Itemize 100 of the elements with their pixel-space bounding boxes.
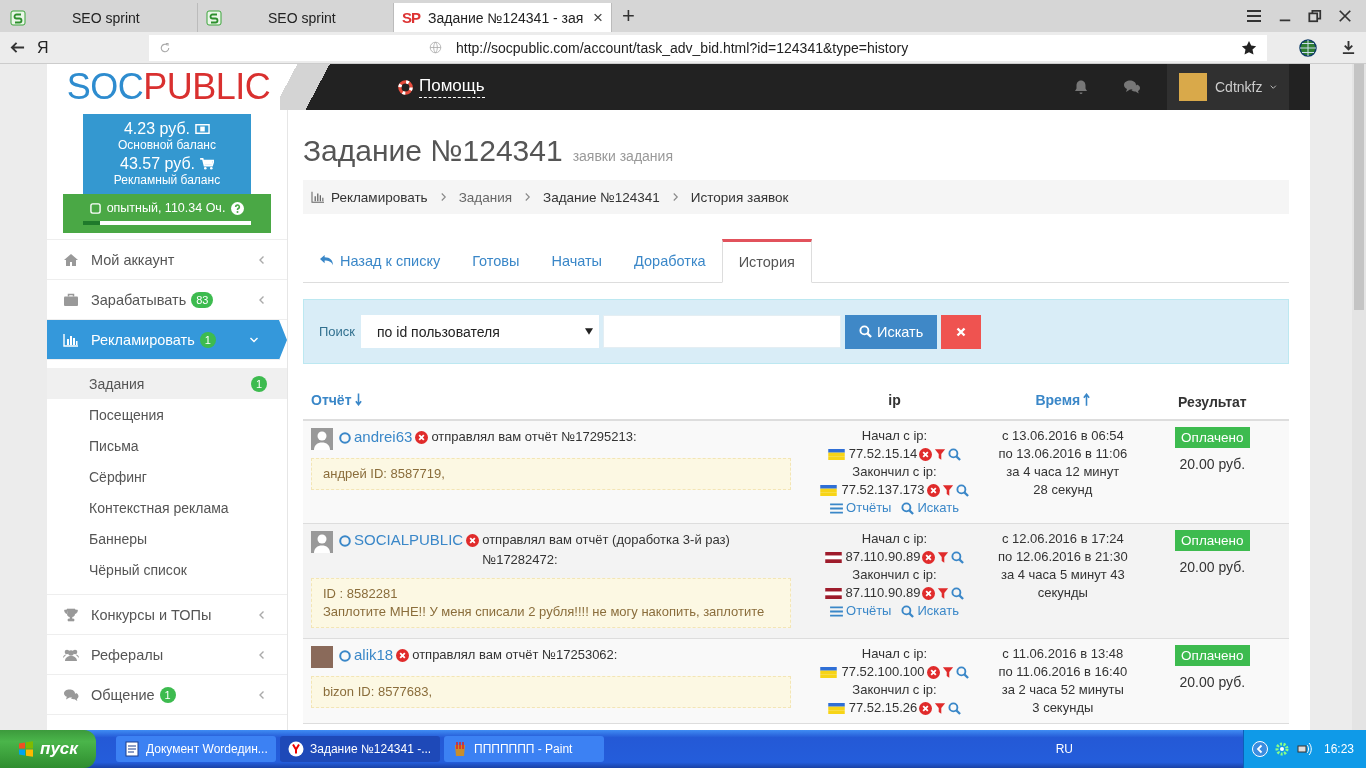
- search-type-dropdown[interactable]: по id пользователя: [361, 315, 600, 348]
- star-icon[interactable]: [1241, 39, 1257, 56]
- search-icon: [901, 604, 915, 618]
- download-icon[interactable]: [1341, 40, 1356, 55]
- tab[interactable]: Назад к списку: [303, 239, 457, 282]
- remove-icon[interactable]: [466, 534, 480, 547]
- taskbar-button[interactable]: ППППППП - Paint: [444, 736, 604, 762]
- sort-link[interactable]: Время: [1035, 390, 1091, 409]
- reply-arrow-icon: [319, 254, 334, 267]
- restore-icon[interactable]: [1308, 9, 1322, 23]
- scrollbar-thumb[interactable]: [1354, 64, 1364, 310]
- sidebar-item[interactable]: Общение 1: [47, 675, 287, 715]
- up-arrow-icon: [1083, 393, 1091, 406]
- submenu-item[interactable]: Баннеры: [47, 523, 287, 554]
- ip-address: 87.110.90.89: [845, 548, 921, 566]
- list-icon: [830, 605, 844, 617]
- filter-icon[interactable]: [934, 701, 947, 715]
- submenu-item[interactable]: Чёрный список: [47, 554, 287, 585]
- sort-link[interactable]: Отчёт: [311, 391, 362, 408]
- chevron-right-icon: [671, 192, 679, 202]
- users-icon: [63, 647, 79, 662]
- scrollbar[interactable]: [1352, 64, 1366, 730]
- filter-icon[interactable]: [937, 550, 950, 564]
- globe-icon: [429, 41, 442, 54]
- user-silhouette-icon: [311, 531, 333, 553]
- new-tab-button[interactable]: +: [612, 0, 645, 32]
- search-input[interactable]: [603, 315, 842, 348]
- search-icon[interactable]: [955, 665, 969, 679]
- tab[interactable]: Доработка: [618, 239, 722, 282]
- tab[interactable]: Готовы: [456, 239, 536, 282]
- search-icon: [901, 501, 915, 515]
- submenu-item[interactable]: Задания 1: [47, 368, 287, 399]
- submenu-item[interactable]: Контекстная реклама: [47, 492, 287, 523]
- user-menu[interactable]: Cdtnkfz: [1167, 64, 1289, 110]
- gear-icon[interactable]: [1273, 741, 1290, 757]
- submenu-item[interactable]: Сёрфинг: [47, 461, 287, 492]
- ip-label: Начал с ip:: [860, 427, 929, 445]
- sidebar-item[interactable]: Конкурсы и ТОПы: [47, 595, 287, 635]
- address-field[interactable]: http://socpublic.com/account/task_adv_bid.html?id=124341&type=history: [149, 34, 1267, 61]
- search-icon[interactable]: [955, 483, 969, 497]
- flag-icon: [824, 587, 842, 599]
- remove-icon[interactable]: [926, 483, 940, 497]
- tab[interactable]: История: [721, 239, 812, 283]
- help-icon[interactable]: [231, 201, 245, 215]
- submenu-item[interactable]: Посещения: [47, 399, 287, 430]
- remove-icon[interactable]: [396, 649, 410, 662]
- back-arrow-icon[interactable]: [10, 40, 25, 55]
- site-logo[interactable]: SOCPUBLIC: [47, 64, 280, 110]
- report-message: отправлял вам отчёт №17253062:: [412, 646, 619, 664]
- search-icon[interactable]: [948, 701, 962, 715]
- close-icon[interactable]: [1338, 9, 1352, 23]
- menu-icon[interactable]: [1246, 8, 1262, 24]
- search-icon[interactable]: [951, 550, 965, 564]
- browser-tab[interactable]: SP Задание №124341 - зая ×: [394, 3, 612, 32]
- username-link[interactable]: alik18: [354, 645, 394, 665]
- remove-icon[interactable]: [919, 701, 933, 715]
- chat-icon[interactable]: [1123, 79, 1141, 95]
- search-icon[interactable]: [948, 447, 962, 461]
- globe-icon[interactable]: [1299, 38, 1317, 57]
- remove-icon[interactable]: [922, 586, 936, 600]
- ip-label: Начал с ip:: [860, 530, 929, 548]
- time-text: по 13.06.2016 в 11:06: [998, 445, 1128, 463]
- remove-icon[interactable]: [919, 447, 933, 461]
- taskbar-button[interactable]: Документ Wordедин...: [116, 736, 276, 762]
- action-link[interactable]: Отчёты: [830, 602, 892, 620]
- sidebar-item[interactable]: Мой аккаунт: [47, 240, 287, 280]
- count-badge: 1: [159, 686, 176, 703]
- bell-icon[interactable]: [1073, 79, 1089, 95]
- search-icon[interactable]: [951, 586, 965, 600]
- remove-icon[interactable]: [922, 550, 936, 564]
- network-icon[interactable]: [1295, 741, 1312, 757]
- action-link[interactable]: Отчёты: [830, 499, 892, 517]
- submenu-item[interactable]: Письма: [47, 430, 287, 461]
- report-message: отправлял вам отчёт №17295213:: [431, 428, 638, 446]
- remove-icon[interactable]: [926, 665, 940, 679]
- language-indicator[interactable]: RU: [1055, 742, 1073, 756]
- breadcrumb-link[interactable]: Задание №124341: [543, 189, 660, 205]
- filter-icon[interactable]: [937, 586, 950, 600]
- breadcrumb-link[interactable]: Рекламировать: [331, 189, 428, 205]
- search-button[interactable]: Искать: [845, 314, 938, 349]
- breadcrumb-link[interactable]: История заявок: [690, 189, 789, 205]
- filter-icon[interactable]: [941, 483, 954, 497]
- taskbar-button[interactable]: Задание №124341 -...: [280, 736, 440, 762]
- rank-text: опытный, 110.34 Оч.: [106, 201, 226, 215]
- home-button[interactable]: Я: [37, 38, 137, 57]
- close-tab-button[interactable]: ×: [593, 7, 603, 28]
- username-link[interactable]: andrei63: [354, 427, 413, 447]
- filter-icon[interactable]: [934, 447, 947, 461]
- help-link[interactable]: Помощь: [419, 76, 485, 98]
- remove-icon[interactable]: [415, 431, 429, 444]
- trophy-icon: [63, 607, 79, 622]
- clear-button[interactable]: [941, 314, 982, 349]
- sidebar-item[interactable]: Рефералы: [47, 635, 287, 675]
- tab[interactable]: Начаты: [535, 239, 619, 282]
- circle-icon: [339, 535, 351, 547]
- action-link[interactable]: Искать: [901, 602, 959, 620]
- action-link[interactable]: Искать: [901, 499, 959, 517]
- breadcrumb-link[interactable]: Задания: [458, 189, 512, 205]
- filter-icon[interactable]: [941, 665, 954, 679]
- chevron-left-icon[interactable]: [1251, 741, 1268, 757]
